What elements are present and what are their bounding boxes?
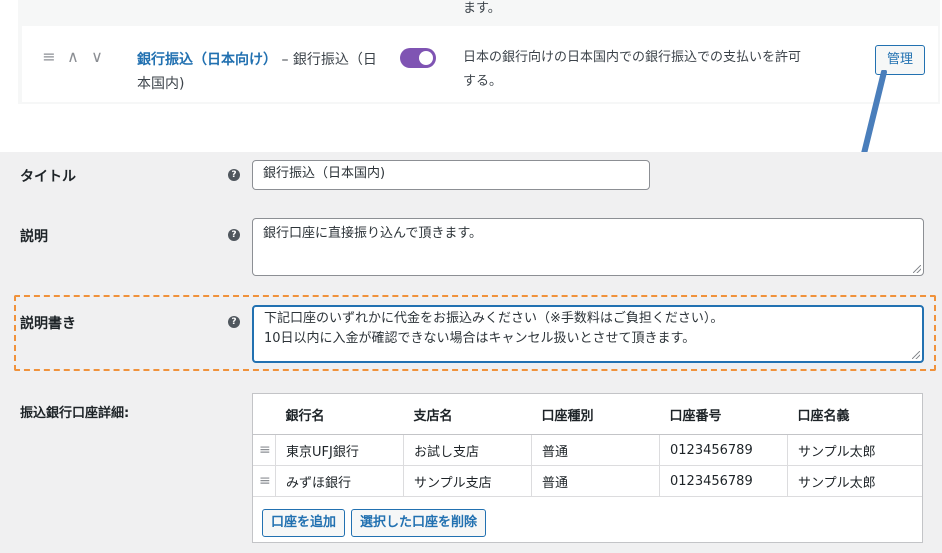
previous-row-text: ます。 [463, 1, 501, 16]
help-icon[interactable]: ? [228, 169, 240, 181]
cell-account-holder[interactable]: サンプル太郎 [787, 465, 922, 497]
instructions-line-2: 10日以内に入金が確認できない場合はキャンセル扱いとさせて頂きます。 [264, 331, 696, 346]
cell-account-number[interactable]: 0123456789 [659, 434, 788, 466]
description-textarea[interactable]: 銀行口座に直接振り込んで頂きます。 [252, 218, 924, 276]
title-input[interactable]: 銀行振込（日本国内) [252, 160, 650, 190]
chevron-down-icon[interactable]: ∨ [88, 47, 106, 66]
col-account-type: 口座種別 [531, 394, 660, 435]
table-header-row: 銀行名 支店名 口座種別 口座番号 口座名義 [253, 394, 922, 435]
col-bank-name: 銀行名 [275, 394, 404, 435]
menu-icon[interactable]: ≡ [253, 465, 276, 497]
method-description: 日本の銀行向けの日本国内での銀行振込での支払いを許可する。 [463, 50, 802, 89]
add-account-button[interactable]: 口座を追加 [262, 509, 346, 537]
chevron-up-icon[interactable]: ∧ [64, 47, 82, 66]
toggle-knob [419, 51, 433, 65]
table-row[interactable]: ≡ みずほ銀行 サンプル支店 普通 0123456789 サンプル太郎 [253, 465, 922, 497]
account-actions: 口座を追加 選択した口座を削除 [262, 509, 487, 537]
enable-toggle[interactable] [400, 48, 436, 68]
instructions-label: 説明書き [20, 316, 76, 332]
method-link[interactable]: 銀行振込（日本向け） [137, 52, 277, 68]
description-label: 説明 [20, 229, 48, 245]
method-title: 銀行振込（日本向け） – 銀行振込（日本国内) [137, 48, 377, 96]
title-label: タイトル [20, 169, 76, 185]
cell-account-type[interactable]: 普通 [531, 465, 660, 497]
col-branch: 支店名 [403, 394, 532, 435]
row-controls: ≡ ∧ ∨ [40, 47, 106, 66]
instructions-line-1: 下記口座のいずれかに代金をお振込みください（※手数料はご負担ください）。 [264, 311, 724, 326]
table-row[interactable]: ≡ 東京UFJ銀行 お試し支店 普通 0123456789 サンプル太郎 [253, 434, 922, 466]
description-text: 銀行口座に直接振り込んで頂きます。 [263, 226, 483, 241]
col-account-holder: 口座名義 [787, 394, 922, 435]
cell-account-type[interactable]: 普通 [531, 434, 660, 466]
cell-account-holder[interactable]: サンプル太郎 [787, 434, 922, 466]
cell-account-number[interactable]: 0123456789 [659, 465, 788, 497]
remove-account-button[interactable]: 選択した口座を削除 [351, 509, 487, 537]
menu-icon[interactable]: ≡ [253, 434, 276, 466]
accounts-table-container: 銀行名 支店名 口座種別 口座番号 口座名義 ≡ 東京UFJ銀行 お試し支店 普… [252, 393, 923, 543]
col-account-number: 口座番号 [659, 394, 788, 435]
cell-bank-name[interactable]: みずほ銀行 [275, 465, 404, 497]
accounts-table: 銀行名 支店名 口座種別 口座番号 口座名義 ≡ 東京UFJ銀行 お試し支店 普… [253, 394, 922, 497]
help-icon[interactable]: ? [228, 229, 240, 241]
resize-handle[interactable] [913, 265, 921, 273]
cell-branch[interactable]: サンプル支店 [403, 465, 532, 497]
payment-methods-list: ます。 ≡ ∧ ∨ 銀行振込（日本向け） – 銀行振込（日本国内) 日本の銀行向… [0, 0, 942, 122]
cell-bank-name[interactable]: 東京UFJ銀行 [275, 434, 404, 466]
resize-handle[interactable] [912, 351, 920, 359]
accounts-label: 振込銀行口座詳細: [20, 406, 130, 421]
menu-icon[interactable]: ≡ [40, 47, 58, 66]
help-icon[interactable]: ? [228, 316, 240, 328]
instructions-textarea[interactable]: 下記口座のいずれかに代金をお振込みください（※手数料はご負担ください）。 10日… [252, 305, 924, 363]
cell-branch[interactable]: お試し支店 [403, 434, 532, 466]
